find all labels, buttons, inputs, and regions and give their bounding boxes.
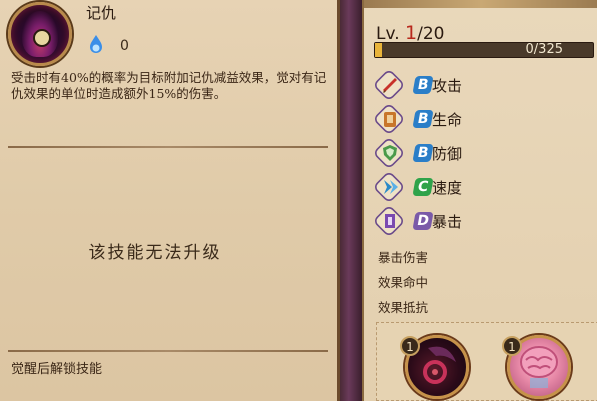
stat-label: 速度 (432, 179, 463, 197)
grade-badge: C (412, 178, 434, 196)
no-upgrade-text: 该技能无法升级 (88, 243, 222, 263)
soul-count: 1 (502, 336, 522, 356)
skill-description: 受击时有40%的概率为目标附加记仇减益效果，觉对有记仇效果的单位时造成额外15%… (11, 70, 327, 101)
attack-icon (383, 78, 397, 93)
panel-header-strip (364, 0, 597, 8)
stat-panel: Lv. 1/20 0/325 B 攻击 B 生命 B 防御 C 速度 D 暴击 … (362, 0, 597, 401)
sub-stat-effect-resist: 效果抵抗 (378, 300, 429, 315)
awaken-unlock-text: 觉醒后解锁技能 (11, 362, 103, 377)
defense-icon (383, 145, 397, 161)
lock-icon (33, 29, 51, 47)
divider (8, 146, 328, 148)
stat-label: 攻击 (432, 77, 463, 95)
stat-label: 生命 (432, 111, 463, 129)
skill-panel: 记仇 0 受击时有40%的概率为目标附加记仇减益效果，觉对有记仇效果的单位时造成… (0, 0, 340, 401)
grade-badge: B (412, 110, 434, 128)
stat-row-health: B 生命 (372, 102, 574, 136)
soul-count: 1 (400, 336, 420, 356)
stat-row-crit: D 暴击 (372, 204, 574, 238)
stat-label: 防御 (432, 145, 463, 163)
sub-stat-effect-hit: 效果命中 (378, 275, 429, 290)
level-current: 1 (405, 22, 418, 44)
soul-slot[interactable]: 1 (400, 335, 469, 399)
stat-row-speed: C 速度 (372, 170, 574, 204)
health-icon (384, 112, 396, 127)
stat-row-attack: B 攻击 (372, 68, 574, 102)
blue-orb-icon (90, 35, 102, 53)
grade-badge: D (412, 212, 434, 230)
skill-name: 记仇 (86, 4, 117, 22)
skill-icon[interactable] (8, 2, 72, 66)
stat-row-defense: B 防御 (372, 136, 574, 170)
crit-icon (385, 214, 395, 228)
level-label: Lv. 1/20 (376, 22, 444, 44)
level-max: /20 (417, 24, 445, 44)
exp-bar: 0/325 (374, 42, 594, 58)
grade-badge: B (412, 144, 434, 162)
grade-badge: B (412, 76, 434, 94)
soul-slot[interactable]: 1 (502, 335, 571, 399)
soul-slots: 1 1 (376, 322, 597, 401)
stat-label: 暴击 (432, 213, 463, 231)
divider (8, 350, 328, 352)
exp-fill (375, 43, 382, 57)
level-prefix: Lv. (376, 24, 400, 44)
sub-stat-crit-damage: 暴击伤害 (378, 250, 429, 265)
orb-count: 0 (120, 38, 129, 54)
exp-text: 0/325 (525, 42, 563, 57)
background-strip (340, 0, 362, 401)
speed-icon (384, 180, 398, 194)
